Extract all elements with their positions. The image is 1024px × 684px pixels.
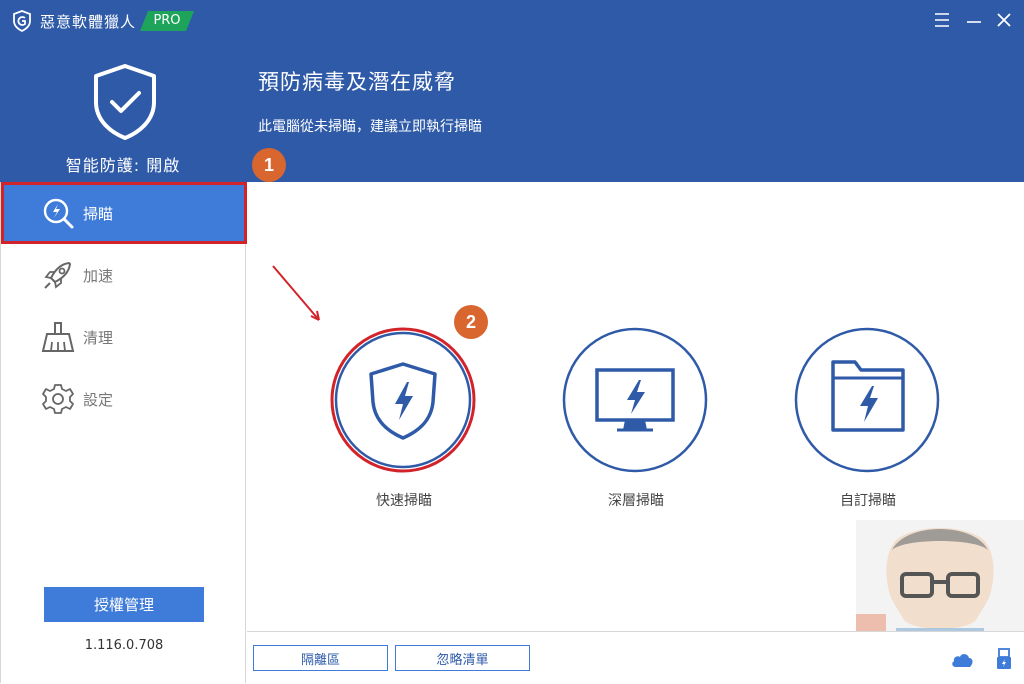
annotation-arrow: [272, 265, 320, 321]
bottom-toolbar: 隔離區 忽略清單: [247, 631, 1024, 684]
sidebar-item-clean[interactable]: 清理: [1, 306, 247, 368]
scan-option-label: 深層掃瞄: [608, 493, 664, 509]
sidebar: 掃瞄 加速 清理 設定 授權管理 1.116.0.708: [0, 182, 247, 683]
page-subtitle: 此電腦從未掃瞄，建議立即執行掃瞄: [258, 119, 482, 135]
minimize-icon[interactable]: [964, 10, 984, 30]
shield-check-icon: [94, 64, 156, 140]
hamburger-menu-icon[interactable]: [932, 10, 952, 30]
sidebar-item-label: 清理: [83, 329, 114, 347]
gear-icon: [42, 384, 74, 414]
scan-magnifier-icon: [43, 198, 74, 229]
usb-icon[interactable]: [992, 647, 1016, 671]
sidebar-item-speedup[interactable]: 加速: [1, 244, 247, 306]
app-logo-icon: [13, 10, 31, 32]
mascot-watermark: [856, 520, 1024, 640]
app-window: 惡意軟體獵人 PRO 智能防護: 開啟 預防病毒及潛在威脅 此電腦從未掃瞄，建議…: [0, 0, 1024, 684]
cloud-icon[interactable]: [950, 647, 974, 671]
shield-bolt-icon: [369, 362, 437, 440]
broom-icon: [41, 322, 75, 352]
quick-scan-circle: [330, 327, 476, 473]
step-badge-1: 1: [252, 148, 286, 182]
version-label: 1.116.0.708: [84, 638, 164, 653]
custom-scan-button[interactable]: 自訂掃瞄: [793, 326, 943, 516]
custom-scan-circle: [794, 327, 940, 473]
app-title: 惡意軟體獵人: [40, 13, 137, 31]
license-management-button[interactable]: 授權管理: [44, 587, 204, 622]
deep-scan-button[interactable]: 深層掃瞄: [561, 326, 711, 516]
sidebar-item-label: 掃瞄: [83, 205, 114, 223]
quarantine-button[interactable]: 隔離區: [253, 645, 388, 671]
sidebar-item-label: 設定: [83, 391, 114, 409]
scan-option-label: 自訂掃瞄: [840, 493, 896, 509]
scan-option-label: 快速掃瞄: [376, 493, 432, 509]
folder-bolt-icon: [831, 360, 905, 432]
rocket-icon: [44, 261, 72, 289]
sidebar-item-scan[interactable]: 掃瞄: [1, 182, 247, 244]
protection-status: 智能防護: 開啟: [65, 156, 181, 175]
pro-badge: PRO: [140, 11, 194, 31]
page-title: 預防病毒及潛在威脅: [258, 70, 456, 94]
quick-scan-button[interactable]: 快速掃瞄: [329, 326, 479, 516]
deep-scan-circle: [562, 327, 708, 473]
sidebar-item-label: 加速: [83, 267, 114, 285]
header-banner: 惡意軟體獵人 PRO 智能防護: 開啟 預防病毒及潛在威脅 此電腦從未掃瞄，建議…: [0, 0, 1024, 182]
monitor-bolt-icon: [595, 368, 675, 432]
ignore-list-button[interactable]: 忽略清單: [395, 645, 530, 671]
sidebar-item-settings[interactable]: 設定: [1, 368, 247, 430]
close-icon[interactable]: [994, 10, 1014, 30]
